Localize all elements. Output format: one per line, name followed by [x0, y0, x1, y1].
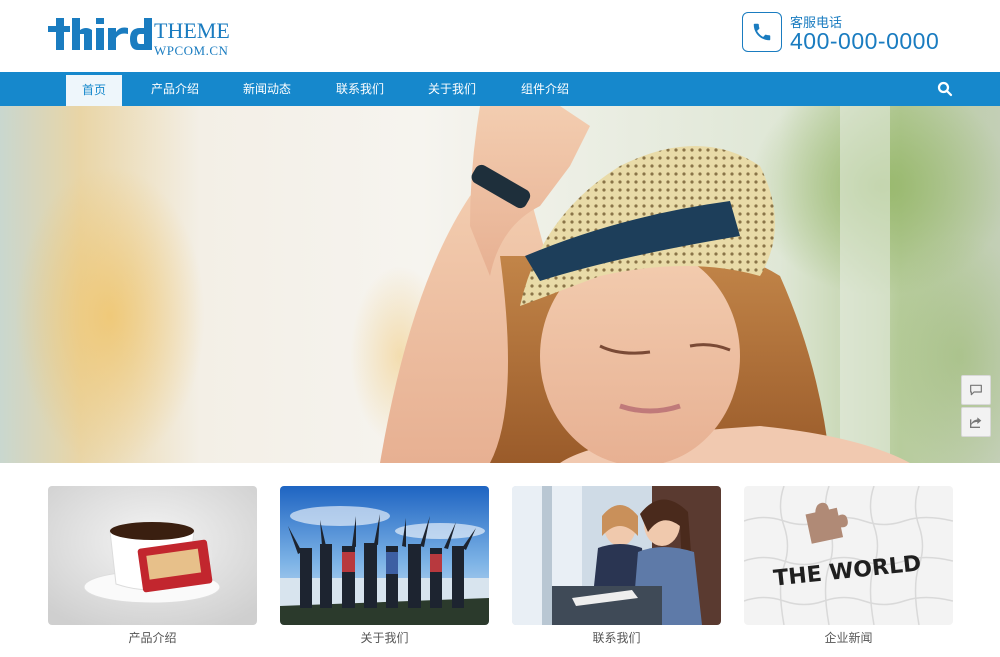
- nav-item-products[interactable]: 产品介绍: [140, 72, 210, 106]
- tile-image[interactable]: [280, 486, 489, 625]
- tile-image[interactable]: THE WORLD: [744, 486, 953, 625]
- share-button[interactable]: [961, 407, 991, 437]
- feature-tiles: 产品介绍 关于我们 联系我们 THE WORLD 企业新闻: [48, 486, 953, 651]
- phone-number[interactable]: 400-000-0000: [790, 28, 939, 55]
- tile-about[interactable]: 关于我们: [280, 486, 489, 646]
- comment-button[interactable]: [961, 375, 991, 405]
- share-icon: [970, 417, 982, 428]
- nav-item-components[interactable]: 组件介绍: [510, 72, 580, 106]
- search-icon[interactable]: [936, 80, 954, 98]
- site-header: THEME WPCOM.CN 客服电话 400-000-0000: [0, 0, 1000, 72]
- hero-banner[interactable]: [0, 106, 1000, 463]
- tile-caption[interactable]: 产品介绍: [48, 630, 257, 646]
- logo-text-theme: THEME: [154, 18, 230, 43]
- phone-icon: [742, 12, 782, 52]
- nav-item-contact[interactable]: 联系我们: [325, 72, 395, 106]
- tile-caption[interactable]: 关于我们: [280, 630, 489, 646]
- tile-caption[interactable]: 联系我们: [512, 630, 721, 646]
- nav-item-home[interactable]: 首页: [66, 75, 122, 106]
- tile-image[interactable]: [512, 486, 721, 625]
- tile-contact[interactable]: 联系我们: [512, 486, 721, 646]
- phone-contact: 客服电话 400-000-0000: [742, 12, 952, 54]
- site-logo[interactable]: THEME WPCOM.CN: [48, 14, 238, 58]
- tile-products[interactable]: 产品介绍: [48, 486, 257, 646]
- tile-image[interactable]: [48, 486, 257, 625]
- comment-icon: [970, 384, 982, 396]
- logo-text-domain: WPCOM.CN: [154, 43, 229, 58]
- tile-news[interactable]: THE WORLD 企业新闻: [744, 486, 953, 646]
- hero-image: [0, 106, 1000, 463]
- main-nav: 首页 产品介绍 新闻动态 联系我们 关于我们 组件介绍: [0, 72, 1000, 106]
- tile-caption[interactable]: 企业新闻: [744, 630, 953, 646]
- logo-mark-icon: [48, 18, 152, 50]
- nav-item-news[interactable]: 新闻动态: [232, 72, 302, 106]
- nav-item-about[interactable]: 关于我们: [417, 72, 487, 106]
